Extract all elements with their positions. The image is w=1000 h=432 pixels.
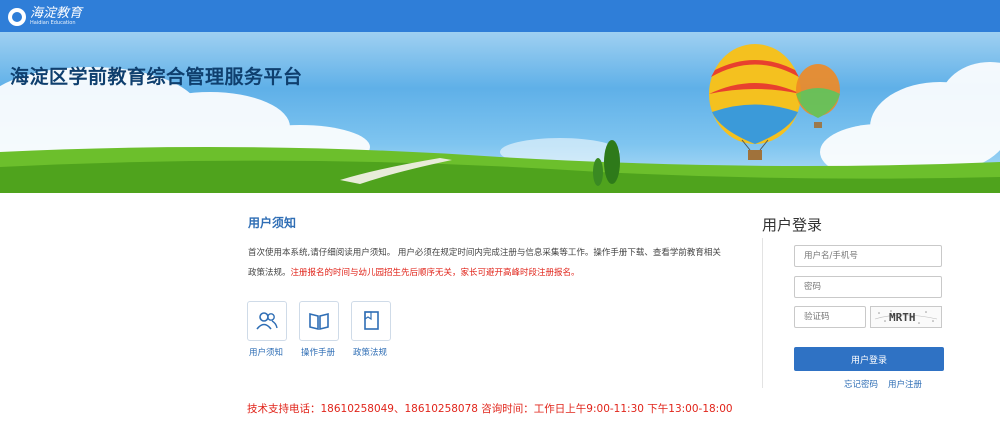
captcha-text: MRTH bbox=[889, 311, 916, 324]
notice-title: 用户须知 bbox=[248, 216, 297, 230]
site-logo[interactable]: 海淀教育 Haidian Education bbox=[8, 7, 82, 27]
register-link[interactable]: 用户注册 bbox=[888, 378, 922, 390]
document-icon bbox=[364, 311, 379, 330]
password-input[interactable] bbox=[794, 276, 942, 298]
user-notice-button[interactable] bbox=[247, 301, 287, 341]
captcha-noise-image: MRTH bbox=[874, 310, 938, 324]
notice-text-red: 注册报名的时间与幼儿园招生先后顺序无关，家长可避开高峰时段注册报名。 bbox=[290, 268, 580, 278]
logo-text: 海淀教育 bbox=[30, 6, 83, 21]
manual-button[interactable] bbox=[299, 301, 339, 341]
users-icon bbox=[256, 312, 278, 330]
login-title: 用户登录 bbox=[762, 216, 823, 234]
captcha-input[interactable] bbox=[794, 306, 866, 328]
captcha-image[interactable]: MRTH bbox=[870, 306, 942, 328]
divider bbox=[762, 238, 763, 388]
banner-title: 海淀区学前教育综合管理服务平台 bbox=[10, 66, 303, 88]
logo-subtext: Haidian Education bbox=[30, 20, 76, 26]
forgot-password-link[interactable]: 忘记密码 bbox=[844, 378, 878, 390]
banner: 海淀区学前教育综合管理服务平台 bbox=[0, 32, 1000, 193]
policy-label[interactable]: 政策法规 bbox=[340, 346, 400, 358]
username-input[interactable] bbox=[794, 245, 942, 267]
book-icon bbox=[309, 312, 329, 331]
top-bar: 海淀教育 Haidian Education bbox=[0, 0, 1000, 32]
support-info: 技术支持电话：18610258049、18610258078 咨询时间：工作日上… bbox=[247, 403, 733, 415]
login-button[interactable]: 用户登录 bbox=[794, 347, 944, 371]
banner-landscape-image bbox=[0, 44, 1000, 193]
logo-seal-icon bbox=[8, 8, 26, 26]
policy-button[interactable] bbox=[351, 301, 391, 341]
manual-label[interactable]: 操作手册 bbox=[288, 346, 348, 358]
notice-text: 首次使用本系统,请仔细阅读用户须知。 用户必须在规定时间内完成注册与信息采集等工… bbox=[248, 243, 722, 283]
user-notice-label[interactable]: 用户须知 bbox=[236, 346, 296, 358]
